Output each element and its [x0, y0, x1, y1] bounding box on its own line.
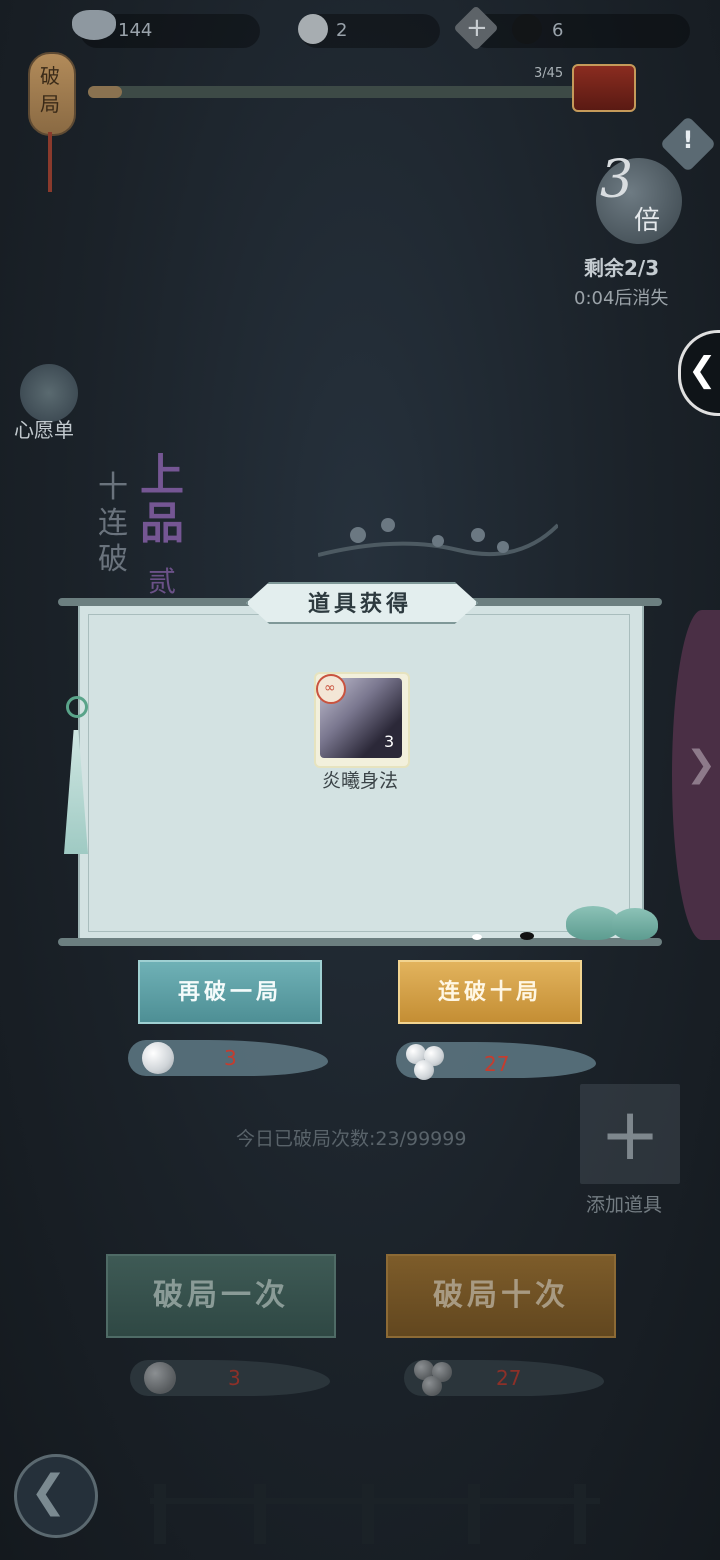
progress-fill — [88, 86, 122, 98]
jade-ring-icon — [66, 696, 88, 718]
break-ten-consecutive-button[interactable]: 连破十局 — [398, 960, 582, 1024]
silver-ingot-icon — [72, 10, 116, 40]
cost-ten-value: 27 — [484, 1052, 510, 1076]
bridge-post-decor — [254, 1484, 266, 1544]
multiplier-remaining: 剩余2/3 — [584, 256, 660, 280]
break-ten-consecutive-label: 连破十局 — [437, 979, 542, 1005]
dialog-title: 道具获得 — [307, 591, 412, 617]
break-once-button[interactable]: 破局一次 — [106, 1254, 336, 1338]
warning-mark: ! — [682, 126, 694, 154]
black-stone-pill — [470, 14, 690, 48]
bridge-rail-decor — [150, 1498, 600, 1504]
add-currency-plus: + — [466, 13, 488, 43]
treasure-chest-icon[interactable] — [572, 64, 636, 112]
bottom-cost-ten-value: 27 — [496, 1366, 522, 1390]
progress-track — [88, 86, 588, 98]
pearl-stack-icon-3 — [414, 1060, 434, 1080]
wishlist-label: 心愿单 — [14, 418, 74, 442]
add-item-label: 添加道具 — [586, 1194, 663, 1216]
plus-icon: + — [599, 1092, 661, 1176]
bridge-post-decor — [574, 1484, 586, 1544]
go-stone-black-decor — [520, 932, 534, 940]
reward-item-name: 炎曦身法 — [321, 770, 398, 792]
white-stone-icon — [298, 14, 328, 44]
break-again-once-label: 再破一局 — [177, 979, 282, 1005]
break-again-once-button[interactable]: 再破一局 — [138, 960, 322, 1024]
multiplier-number: 3 — [600, 150, 634, 210]
bridge-post-decor — [154, 1484, 166, 1544]
break-once-label: 破局一次 — [153, 1278, 289, 1313]
plum-blossom-branch — [318, 518, 558, 557]
tea-pot-decor-2 — [612, 908, 658, 940]
go-stone-white-decor — [472, 934, 482, 940]
bottom-pearl-icon — [144, 1362, 176, 1394]
progress-counter: 3/45 — [534, 66, 564, 81]
black-stone-icon — [512, 14, 542, 44]
cost-one-value: 3 — [224, 1046, 237, 1070]
white-stone-amount: 2 — [336, 20, 348, 41]
decor-calligraphy-two: 贰 — [148, 565, 177, 598]
chevron-left-icon: ❮ — [688, 350, 717, 390]
back-arrow-icon: ❮ — [30, 1466, 67, 1517]
bottom-cost-one-value: 3 — [228, 1366, 241, 1390]
daily-break-count: 今日已破局次数:23/99999 — [236, 1128, 467, 1150]
chevron-right-icon[interactable]: ❯ — [686, 744, 716, 785]
reward-item-count: 3 — [384, 732, 395, 751]
lantern-label: 破局 — [40, 64, 60, 116]
decor-calligraphy-grade: 上品 — [140, 450, 184, 549]
bottom-pearl-stack-icon-3 — [422, 1376, 442, 1396]
item-type-badge-glyph: ∞ — [324, 680, 336, 696]
break-ten-button[interactable]: 破局十次 — [386, 1254, 616, 1338]
decor-calligraphy-ten: 十连破 — [98, 470, 128, 577]
multiplier-unit: 倍 — [634, 206, 661, 236]
multiplier-expire: 0:04后消失 — [574, 288, 669, 309]
pearl-icon — [142, 1042, 174, 1074]
bridge-post-decor — [362, 1484, 374, 1544]
lantern-tassel — [48, 132, 52, 192]
scroll-rod-bottom — [58, 938, 662, 946]
silver-amount: 144 — [118, 20, 153, 41]
break-ten-label: 破局十次 — [433, 1278, 569, 1313]
bridge-post-decor — [468, 1484, 480, 1544]
black-stone-amount: 6 — [552, 20, 564, 41]
